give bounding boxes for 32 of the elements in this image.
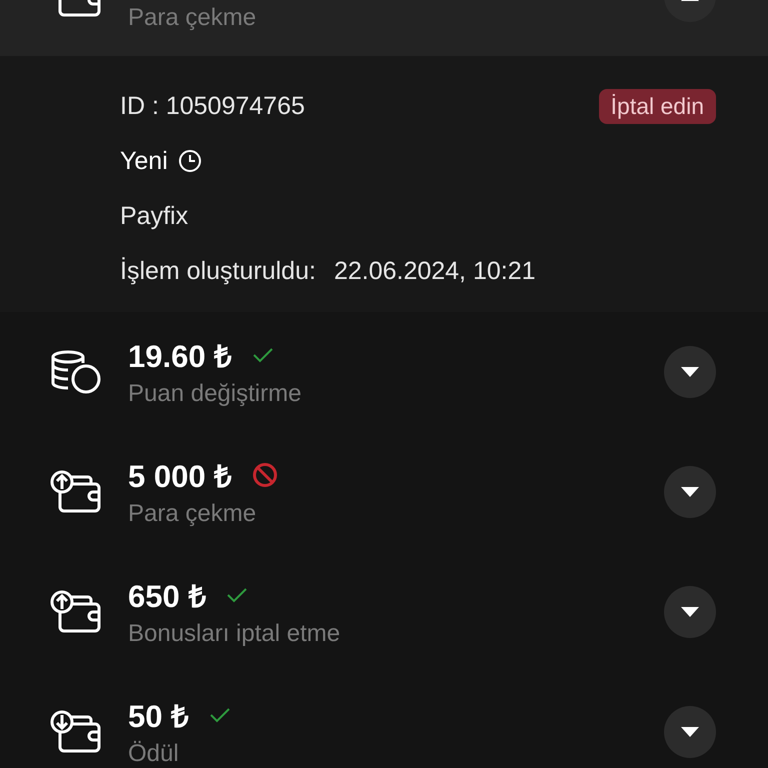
cancel-button[interactable]: İptal edin [598, 88, 716, 124]
transaction-type: Para çekme [128, 500, 258, 528]
wallet-up-arrow-icon [50, 469, 102, 515]
created-date: 22.06.2024, 10:21 [334, 256, 536, 286]
transaction-type: Puan değiştirme [128, 380, 302, 408]
blocked-icon [252, 462, 278, 488]
wallet-down-arrow-icon [50, 709, 102, 755]
caret-down-icon [680, 366, 700, 378]
expand-button[interactable] [664, 466, 716, 518]
check-icon [209, 707, 232, 723]
expand-button[interactable] [664, 706, 716, 758]
check-icon [226, 587, 248, 603]
transaction-type: Bonusları iptal etme [128, 620, 342, 648]
caret-down-icon [680, 606, 700, 618]
caret-down-icon [680, 486, 700, 498]
created-label: İşlem oluşturuldu: [120, 256, 316, 286]
check-icon [252, 347, 274, 363]
transaction-id: ID : 1050974765 [120, 92, 305, 120]
transaction-type: Para çekme [128, 4, 258, 32]
expand-button[interactable] [664, 346, 716, 398]
wallet-up-arrow-icon [50, 589, 102, 635]
status-text: Yeni [120, 146, 168, 176]
payment-method: Payfix [120, 202, 188, 230]
expand-button[interactable] [664, 586, 716, 638]
caret-down-icon [680, 726, 700, 738]
transaction-type: Ödül [128, 740, 180, 768]
amount: 5 000 ₺ [128, 458, 232, 496]
amount: 650 ₺ [128, 578, 206, 616]
amount: 19.60 ₺ [128, 338, 232, 376]
clock-icon [178, 149, 202, 173]
amount: 50 ₺ [128, 698, 190, 736]
coins-icon [50, 349, 102, 395]
